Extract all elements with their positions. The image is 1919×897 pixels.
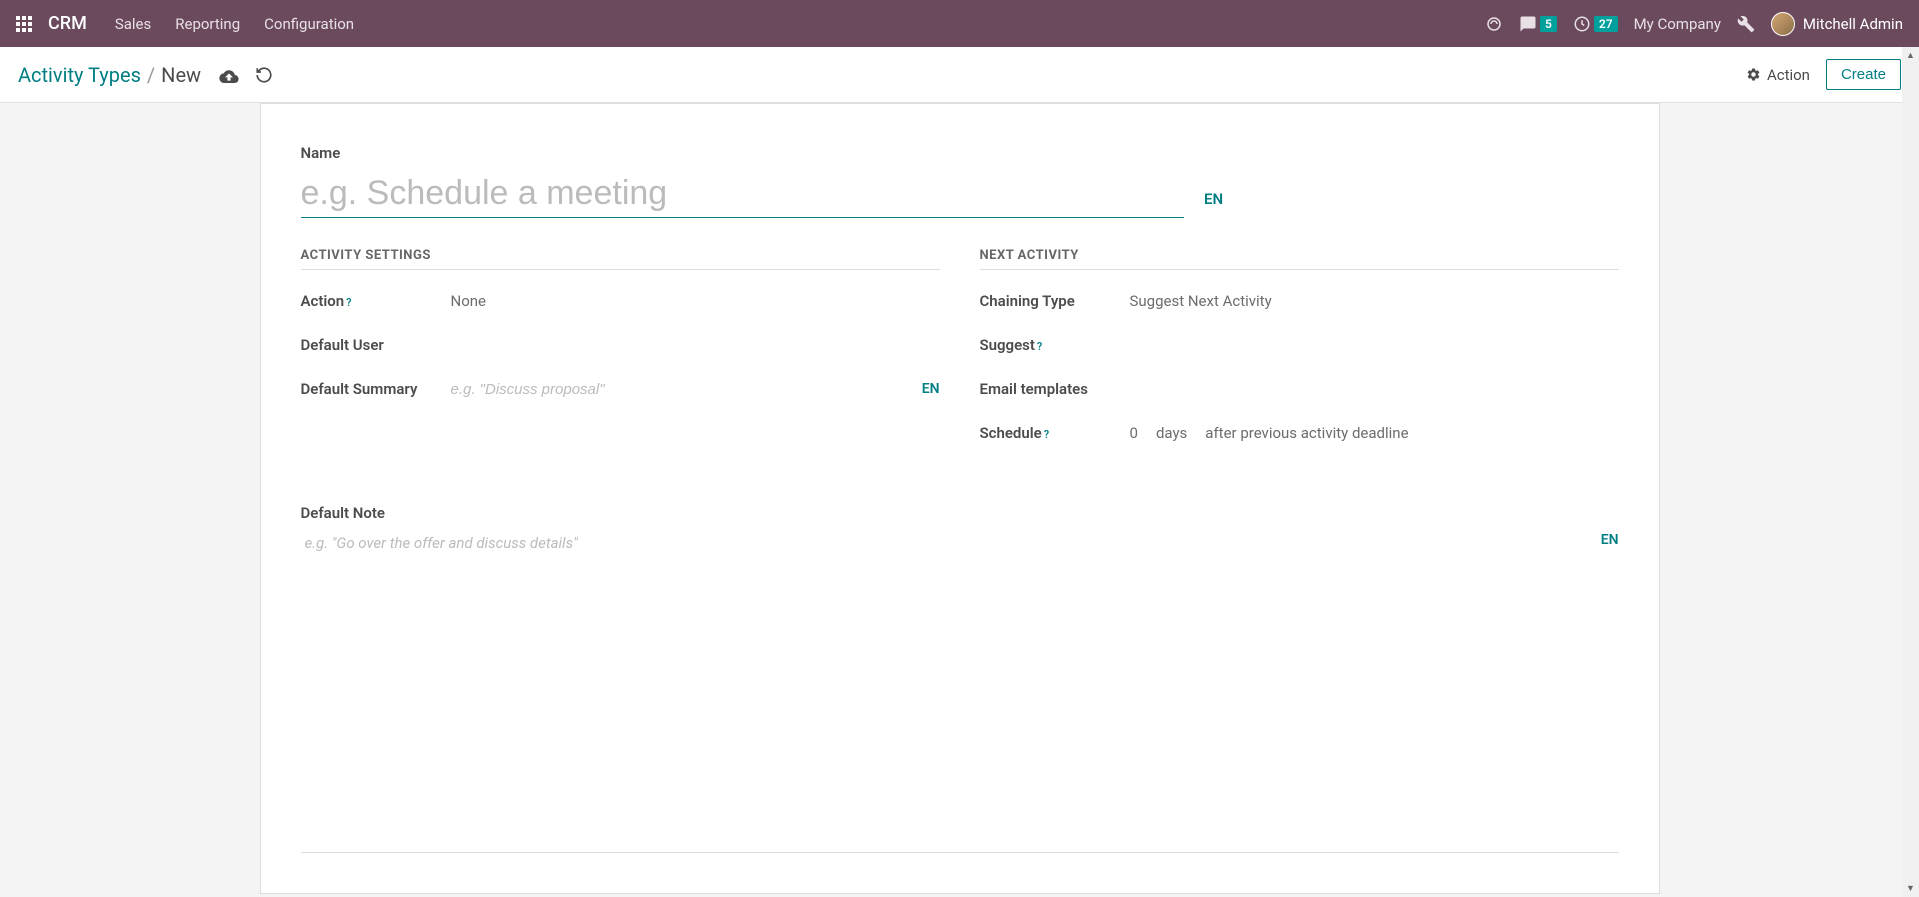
chaining-type-label: Chaining Type [980, 292, 1130, 310]
email-templates-label: Email templates [980, 380, 1130, 398]
control-panel: Activity Types / New Action Create [0, 47, 1919, 103]
action-label: Action [1767, 66, 1810, 84]
schedule-count[interactable]: 0 [1130, 424, 1138, 442]
top-nav: CRM Sales Reporting Configuration 5 27 M… [0, 0, 1919, 47]
discard-icon[interactable] [255, 66, 273, 84]
apps-icon[interactable] [16, 16, 32, 32]
scroll-down-icon[interactable]: ▼ [1902, 880, 1919, 897]
default-note-label: Default Note [301, 504, 1619, 522]
action-field-label: Action [301, 292, 345, 310]
user-name: Mitchell Admin [1803, 15, 1903, 33]
action-help-icon[interactable]: ? [346, 296, 351, 309]
create-button[interactable]: Create [1826, 59, 1901, 90]
chaining-type-value[interactable]: Suggest Next Activity [1130, 292, 1619, 310]
nav-configuration[interactable]: Configuration [264, 15, 354, 33]
breadcrumb-separator: / [147, 63, 155, 87]
breadcrumb: Activity Types / New [18, 63, 201, 87]
default-summary-label: Default Summary [301, 380, 451, 398]
breadcrumb-parent[interactable]: Activity Types [18, 63, 141, 87]
activity-settings-title: ACTIVITY SETTINGS [301, 248, 940, 270]
breadcrumb-current: New [161, 63, 201, 87]
name-input[interactable] [301, 170, 1185, 218]
form-divider [301, 852, 1619, 853]
nav-sales[interactable]: Sales [115, 15, 151, 33]
default-summary-input[interactable] [451, 379, 912, 400]
messages-badge: 5 [1540, 16, 1557, 32]
schedule-after[interactable]: after previous activity deadline [1205, 424, 1408, 442]
activities-icon[interactable]: 27 [1573, 15, 1618, 33]
suggest-help-icon[interactable]: ? [1037, 340, 1042, 353]
nav-reporting[interactable]: Reporting [175, 15, 240, 33]
action-dropdown[interactable]: Action [1746, 66, 1810, 84]
activities-badge: 27 [1594, 16, 1618, 32]
app-brand[interactable]: CRM [48, 13, 87, 34]
support-icon[interactable] [1485, 15, 1503, 33]
messages-icon[interactable]: 5 [1519, 15, 1557, 33]
note-lang-badge[interactable]: EN [1601, 532, 1619, 548]
tools-icon[interactable] [1737, 15, 1755, 33]
schedule-help-icon[interactable]: ? [1044, 428, 1049, 441]
next-activity-title: NEXT ACTIVITY [980, 248, 1619, 270]
next-activity-section: NEXT ACTIVITY Chaining Type Suggest Next… [980, 248, 1619, 464]
activity-settings-section: ACTIVITY SETTINGS Action ? None Default … [301, 248, 940, 464]
summary-lang-badge[interactable]: EN [922, 381, 940, 397]
avatar [1771, 12, 1795, 36]
default-user-label: Default User [301, 336, 451, 354]
name-label: Name [301, 144, 1619, 162]
user-menu[interactable]: Mitchell Admin [1771, 12, 1903, 36]
action-field-value[interactable]: None [451, 292, 940, 310]
name-lang-badge[interactable]: EN [1204, 190, 1223, 208]
suggest-label: Suggest [980, 336, 1035, 354]
save-cloud-icon[interactable] [219, 67, 239, 83]
default-note-editor[interactable]: e.g. "Go over the offer and discuss deta… [301, 532, 1591, 682]
schedule-label: Schedule [980, 424, 1042, 442]
form-sheet: Name EN ACTIVITY SETTINGS Action ? None [260, 103, 1660, 894]
schedule-unit[interactable]: days [1156, 424, 1187, 442]
company-switcher[interactable]: My Company [1634, 15, 1721, 33]
scrollbar[interactable]: ▲ ▼ [1902, 47, 1919, 897]
scroll-up-icon[interactable]: ▲ [1902, 47, 1919, 64]
gear-icon [1746, 67, 1761, 82]
